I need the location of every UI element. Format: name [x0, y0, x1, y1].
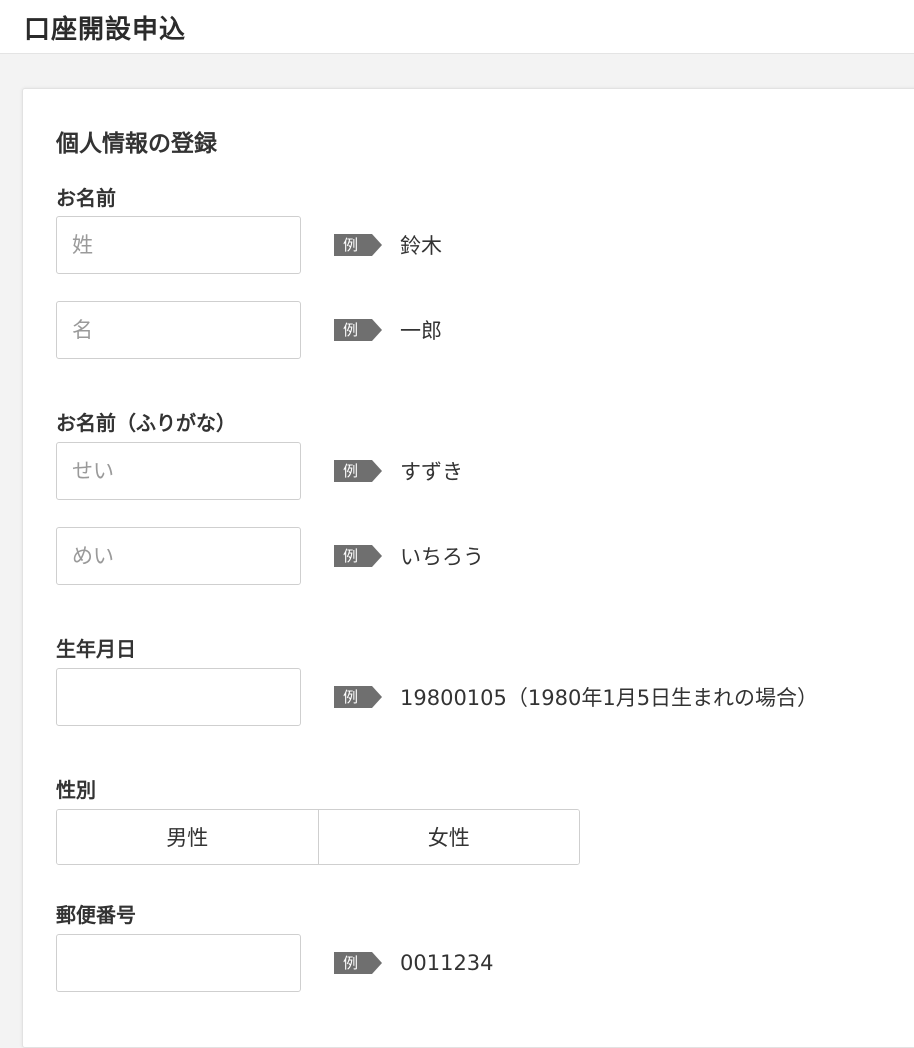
postal-code-input[interactable] — [56, 934, 301, 992]
first-name-kana-input[interactable] — [56, 527, 301, 585]
postal-code-label: 郵便番号 — [56, 903, 136, 927]
last-name-example: 例 鈴木 — [334, 232, 442, 258]
gender-option-female[interactable]: 女性 — [317, 810, 579, 864]
birthdate-input[interactable] — [56, 668, 301, 726]
gender-label: 性別 — [56, 778, 96, 802]
example-tag: 例 — [334, 952, 382, 974]
example-value: 19800105（1980年1月5日生まれの場合） — [400, 686, 819, 710]
page-header: 口座開設申込 — [0, 0, 914, 54]
example-tag: 例 — [334, 319, 382, 341]
example-tag: 例 — [334, 460, 382, 482]
example-value: 鈴木 — [400, 234, 442, 258]
first-name-kana-example: 例 いちろう — [334, 543, 484, 569]
gender-option-male[interactable]: 男性 — [57, 810, 318, 864]
name-label: お名前 — [56, 186, 116, 210]
example-value: 一郎 — [400, 319, 442, 343]
last-name-kana-input[interactable] — [56, 442, 301, 500]
section-title: 個人情報の登録 — [56, 131, 217, 157]
page-title: 口座開設申込 — [24, 15, 187, 45]
kana-label: お名前（ふりがな） — [56, 411, 236, 435]
example-value: すずき — [400, 460, 463, 484]
first-name-input[interactable] — [56, 301, 301, 359]
last-name-input[interactable] — [56, 216, 301, 274]
gender-toggle-group: 男性 女性 — [56, 809, 580, 865]
postal-code-example: 例 0011234 — [334, 950, 494, 976]
example-tag: 例 — [334, 545, 382, 567]
birthdate-label: 生年月日 — [56, 637, 136, 661]
birthdate-example: 例 19800105（1980年1月5日生まれの場合） — [334, 684, 818, 710]
example-value: いちろう — [400, 545, 484, 569]
example-tag: 例 — [334, 234, 382, 256]
example-tag: 例 — [334, 686, 382, 708]
example-value: 0011234 — [400, 951, 494, 975]
first-name-example: 例 一郎 — [334, 317, 442, 343]
last-name-kana-example: 例 すずき — [334, 458, 463, 484]
